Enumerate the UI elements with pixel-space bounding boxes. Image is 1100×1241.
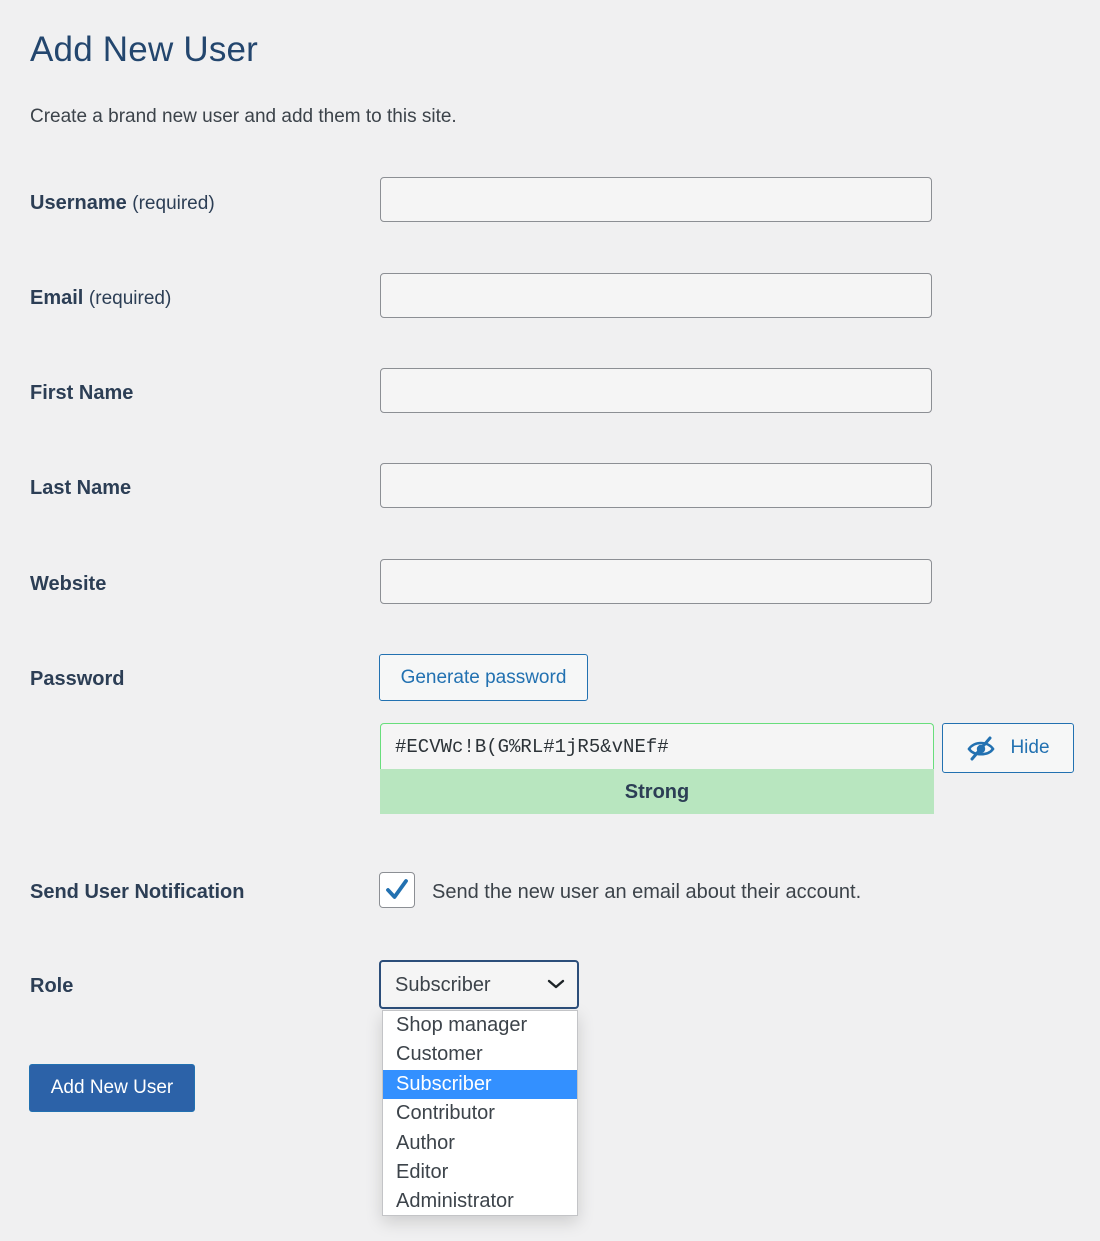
send-notification-label: Send User Notification <box>30 881 245 903</box>
hide-password-button[interactable]: Hide <box>942 723 1074 773</box>
last-name-label: Last Name <box>30 477 132 499</box>
last-name-input[interactable] <box>380 463 932 508</box>
website-label: Website <box>30 573 107 595</box>
role-option-shop-manager[interactable]: Shop manager <box>383 1011 577 1040</box>
password-label: Password <box>30 668 125 690</box>
checkmark-icon <box>386 879 408 899</box>
send-notification-checkbox[interactable] <box>379 872 415 908</box>
role-option-contributor[interactable]: Contributor <box>383 1099 577 1128</box>
email-required-text: (required) <box>88 288 172 309</box>
password-strength-meter: Strong <box>380 769 934 814</box>
role-option-author[interactable]: Author <box>383 1129 577 1158</box>
role-option-administrator[interactable]: Administrator <box>383 1187 577 1215</box>
page-title: Add New User <box>30 30 259 69</box>
chevron-down-icon <box>547 979 565 989</box>
send-notification-text: Send the new user an email about their a… <box>432 881 862 903</box>
username-required-text: (required) <box>132 193 215 214</box>
email-label: Email (required) <box>30 287 171 310</box>
page-description: Create a brand new user and add them to … <box>30 106 457 127</box>
role-option-customer[interactable]: Customer <box>383 1040 577 1069</box>
username-input[interactable] <box>380 177 932 222</box>
role-select[interactable]: Subscriber <box>379 960 579 1009</box>
generate-password-button[interactable]: Generate password <box>379 654 588 701</box>
first-name-input[interactable] <box>380 368 932 413</box>
role-select-value: Subscriber <box>395 974 491 996</box>
role-label: Role <box>30 975 74 997</box>
hide-button-label: Hide <box>1010 737 1050 758</box>
role-option-editor[interactable]: Editor <box>383 1158 577 1187</box>
username-label: Username (required) <box>30 192 215 215</box>
first-name-label: First Name <box>30 382 134 404</box>
add-new-user-button[interactable]: Add New User <box>29 1064 195 1112</box>
website-input[interactable] <box>380 559 932 604</box>
password-input[interactable] <box>380 723 934 769</box>
role-dropdown-list: Shop manager Customer Subscriber Contrib… <box>382 1010 578 1216</box>
role-option-subscriber[interactable]: Subscriber <box>383 1069 577 1100</box>
email-input[interactable] <box>380 273 932 318</box>
hidden-eye-icon <box>966 735 996 761</box>
email-label-text: Email <box>30 287 84 309</box>
username-label-text: Username <box>30 192 127 214</box>
